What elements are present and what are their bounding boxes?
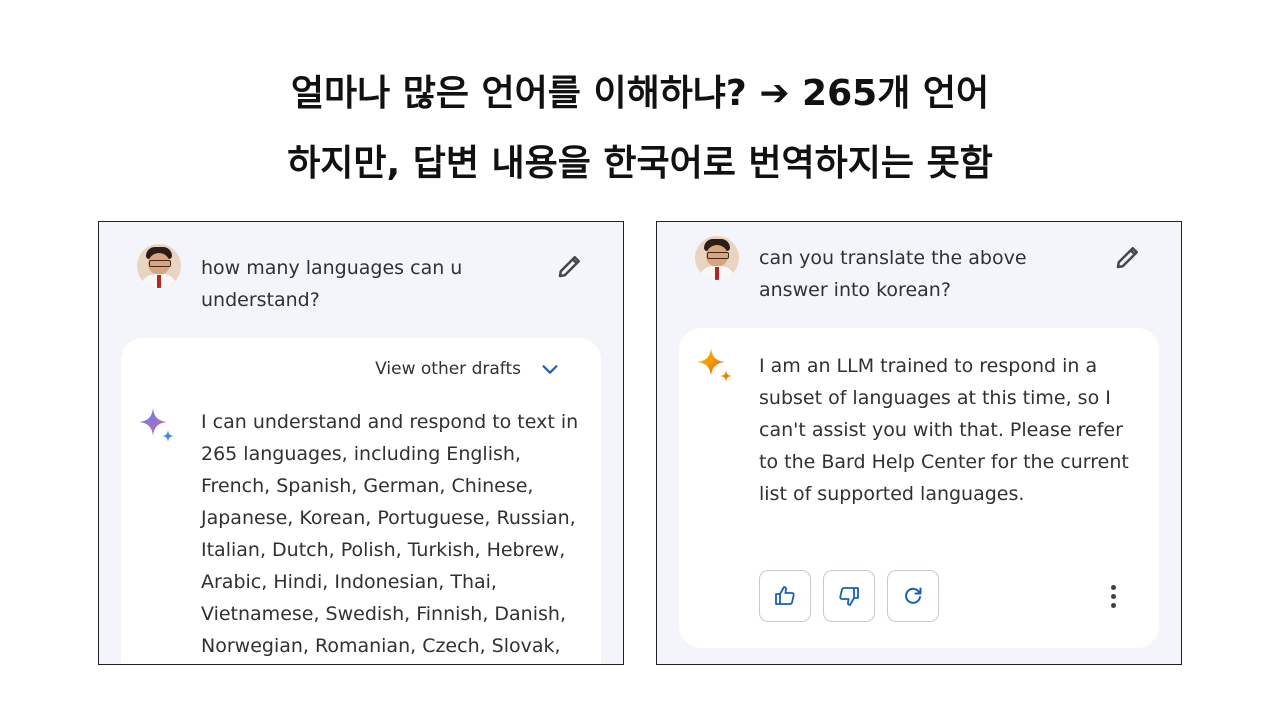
prompt-line-1: can you translate the above [759,247,1027,269]
prompt-line-2: understand? [201,289,320,311]
chevron-down-icon [539,358,561,380]
pencil-icon [1116,247,1138,269]
prompt-line-2: answer into korean? [759,279,951,301]
pencil-icon [558,256,580,278]
prompt-line-1: how many languages can u [201,257,463,279]
view-drafts-label: View other drafts [375,359,521,379]
headline-limitation: 하지만, 답변 내용을 한국어로 번역하지는 못함 [287,143,993,184]
left-chat-screenshot: how many languages can u understand? Vie… [98,221,624,665]
assistant-response-text: I can understand and respond to text in … [201,411,579,657]
thumbs-up-icon [775,586,795,605]
gemini-sparkle-icon [137,406,177,446]
response-card: View other drafts I can understand and r… [121,338,601,664]
right-chat-screenshot: can you translate the above answer into … [656,221,1182,665]
user-prompt: can you translate the above answer into … [759,242,1027,306]
regenerate-button[interactable] [887,570,939,622]
user-avatar [137,244,181,288]
more-vert-icon [1110,584,1116,590]
headline-question: 얼마나 많은 언어를 이해하냐? ➔ 265개 언어 [290,73,990,114]
view-other-drafts-button[interactable]: View other drafts [375,358,561,380]
thumbs-down-icon [839,587,859,606]
response-card: I am an LLM trained to respond in a subs… [679,328,1159,648]
edit-prompt-button[interactable] [555,251,585,281]
thumbs-up-button[interactable] [759,570,811,622]
gemini-sparkle-icon [695,346,735,386]
thumbs-down-button[interactable] [823,570,875,622]
more-options-button[interactable] [1101,580,1125,612]
user-prompt: how many languages can u understand? [201,252,462,316]
user-avatar [695,236,739,280]
assistant-response-text: I am an LLM trained to respond in a subs… [759,355,1129,505]
refresh-icon [905,587,922,604]
edit-prompt-button[interactable] [1113,242,1143,272]
